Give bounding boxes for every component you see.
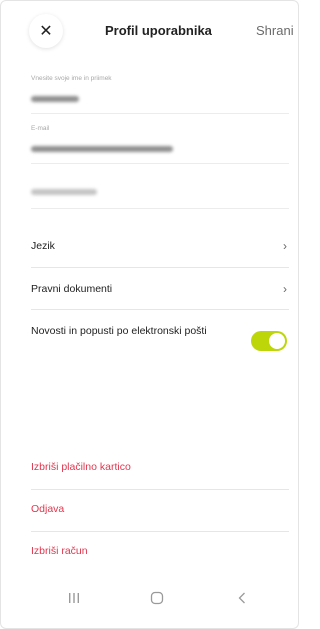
email-field-underline xyxy=(31,163,289,164)
phone-field-underline xyxy=(31,208,289,209)
close-button[interactable]: ✕ xyxy=(29,14,63,48)
email-field[interactable]: E-mail xyxy=(31,125,286,152)
phone-field-value xyxy=(31,182,286,195)
phone-field[interactable] xyxy=(31,182,286,195)
name-field[interactable]: Vnesite svoje ime in priimek xyxy=(31,75,286,102)
delete-card-label: Izbriši plačilno kartico xyxy=(31,461,131,473)
name-field-underline xyxy=(31,113,289,114)
logout-label: Odjava xyxy=(31,503,65,515)
language-row[interactable]: Jezik › xyxy=(31,226,289,266)
newsletter-label: Novosti in popusti po elektronski pošti xyxy=(31,325,207,337)
home-icon[interactable] xyxy=(150,591,164,610)
delete-account-label: Izbriši račun xyxy=(31,545,88,557)
email-field-label: E-mail xyxy=(31,125,50,132)
language-label: Jezik xyxy=(31,240,55,252)
logout-button[interactable]: Odjava xyxy=(31,489,289,529)
delete-account-button[interactable]: Izbriši račun xyxy=(31,531,289,571)
profile-screen: ✕ Profil uporabnika Shrani Vnesite svoje… xyxy=(0,0,299,629)
chevron-right-icon: › xyxy=(283,282,287,296)
close-icon: ✕ xyxy=(39,23,53,40)
header: ✕ Profil uporabnika Shrani xyxy=(1,1,298,61)
legal-documents-label: Pravni dokumenti xyxy=(31,283,113,295)
page-title: Profil uporabnika xyxy=(105,23,212,38)
system-nav-bar xyxy=(1,581,298,621)
save-button[interactable]: Shrani xyxy=(256,23,294,38)
divider xyxy=(31,267,289,268)
name-field-value xyxy=(31,89,286,102)
divider xyxy=(31,309,289,310)
back-icon[interactable] xyxy=(237,591,247,610)
legal-documents-row[interactable]: Pravni dokumenti › xyxy=(31,269,289,309)
name-field-label: Vnesite svoje ime in priimek xyxy=(31,75,112,82)
newsletter-toggle[interactable] xyxy=(251,331,287,351)
toggle-knob xyxy=(269,333,285,349)
delete-card-button[interactable]: Izbriši plačilno kartico xyxy=(31,447,289,487)
chevron-right-icon: › xyxy=(283,239,287,253)
recent-apps-icon[interactable] xyxy=(68,591,80,609)
email-field-value xyxy=(31,139,286,152)
